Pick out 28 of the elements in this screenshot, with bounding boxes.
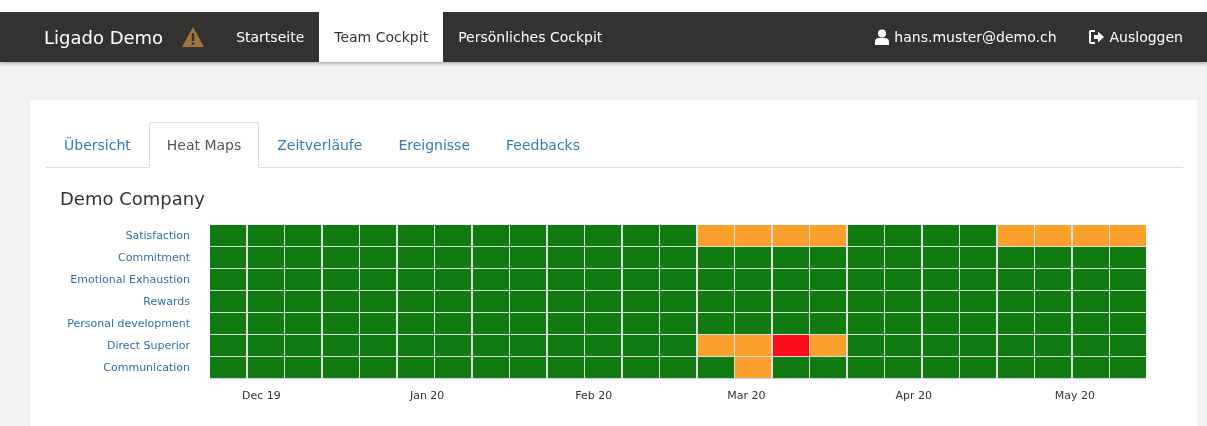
row-label: Direct Superior [106, 338, 190, 354]
axis-label: Dec 19 [242, 388, 281, 402]
row-label: Rewards [142, 294, 190, 310]
warning-icon [181, 26, 206, 48]
row-label: Personal development [66, 316, 190, 332]
axis-label: Feb 20 [575, 388, 613, 402]
tab[interactable]: Heat Maps [148, 122, 260, 168]
tab[interactable]: Übersicht [46, 122, 149, 168]
row-label: Satisfaction [124, 228, 190, 244]
user-email[interactable]: hans.muster@demo.ch [894, 29, 1057, 45]
logout-link[interactable]: Ausloggen [1109, 29, 1183, 45]
axis-label: Apr 20 [895, 388, 933, 402]
row-label: Commitment [117, 250, 190, 266]
row-label: Emotional Exhaustion [69, 272, 190, 288]
row-label: Communication [102, 360, 190, 376]
axis-label: May 20 [1054, 388, 1095, 402]
logout-icon [1088, 30, 1105, 44]
brand-title[interactable]: Ligado Demo [44, 12, 164, 62]
tab[interactable]: Feedbacks [488, 122, 598, 168]
axis-label: Jan 20 [409, 388, 445, 402]
tab[interactable]: Ereignisse [380, 122, 489, 168]
tab[interactable]: Zeitverläufe [259, 122, 381, 168]
section-title: Demo Company [60, 188, 206, 209]
user-icon [875, 29, 890, 45]
nav-link[interactable]: Persönliches Cockpit [443, 12, 618, 62]
nav-link[interactable]: Team Cockpit [319, 12, 444, 62]
axis-label: Mar 20 [727, 388, 766, 402]
nav-link[interactable]: Startseite [221, 12, 320, 62]
